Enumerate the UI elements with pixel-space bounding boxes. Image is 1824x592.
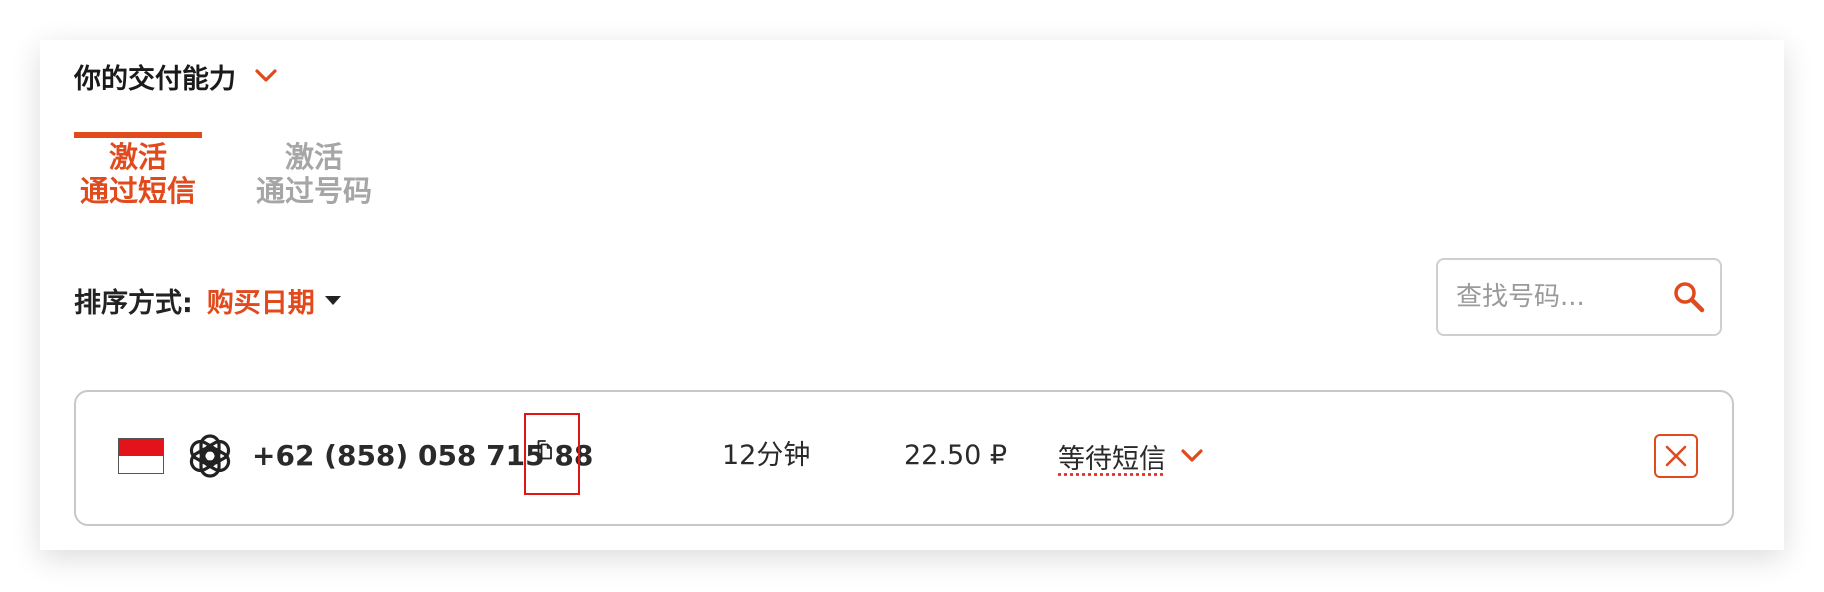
- indonesia-flag-icon: [118, 438, 164, 474]
- sort-label: 排序方式:: [74, 287, 193, 319]
- order-row: +62 (858) 058 715 88 12分钟 22.50 ₽ 等待短信: [74, 390, 1734, 526]
- tab-label-line1: 激活: [108, 140, 167, 174]
- copy-icon[interactable]: [536, 439, 554, 465]
- chevron-down-icon[interactable]: [254, 68, 278, 84]
- delivery-panel: 你的交付能力 激活 通过短信 激活 通过号码 排序方式: 购买日期 查找号码..…: [40, 40, 1784, 550]
- cancel-button[interactable]: [1654, 434, 1698, 478]
- tab-activation-by-number[interactable]: 激活 通过号码: [250, 132, 378, 208]
- caret-down-icon[interactable]: [324, 295, 341, 305]
- section-header[interactable]: 你的交付能力: [74, 56, 278, 96]
- tab-label-line1: 激活: [284, 140, 343, 174]
- close-icon: [1662, 442, 1690, 470]
- time-remaining: 12分钟: [722, 440, 811, 471]
- openai-icon: [186, 432, 234, 480]
- sort-value-dropdown[interactable]: 购买日期: [207, 281, 315, 320]
- chevron-down-icon[interactable]: [1180, 448, 1204, 464]
- search-input[interactable]: [1454, 281, 1672, 313]
- section-title: 你的交付能力: [74, 63, 236, 95]
- status-dropdown[interactable]: 等待短信: [1058, 436, 1204, 476]
- status-text: 等待短信: [1058, 443, 1166, 475]
- search-icon[interactable]: [1672, 280, 1706, 314]
- sort-control: 排序方式: 购买日期: [74, 278, 341, 322]
- tab-label-line2: 通过短信: [79, 174, 196, 208]
- tab-label-line2: 通过号码: [255, 174, 372, 208]
- copy-highlight-box: [524, 413, 580, 495]
- price: 22.50 ₽: [904, 440, 1008, 471]
- tab-activation-by-sms[interactable]: 激活 通过短信: [74, 132, 202, 208]
- search-box: [1436, 258, 1722, 336]
